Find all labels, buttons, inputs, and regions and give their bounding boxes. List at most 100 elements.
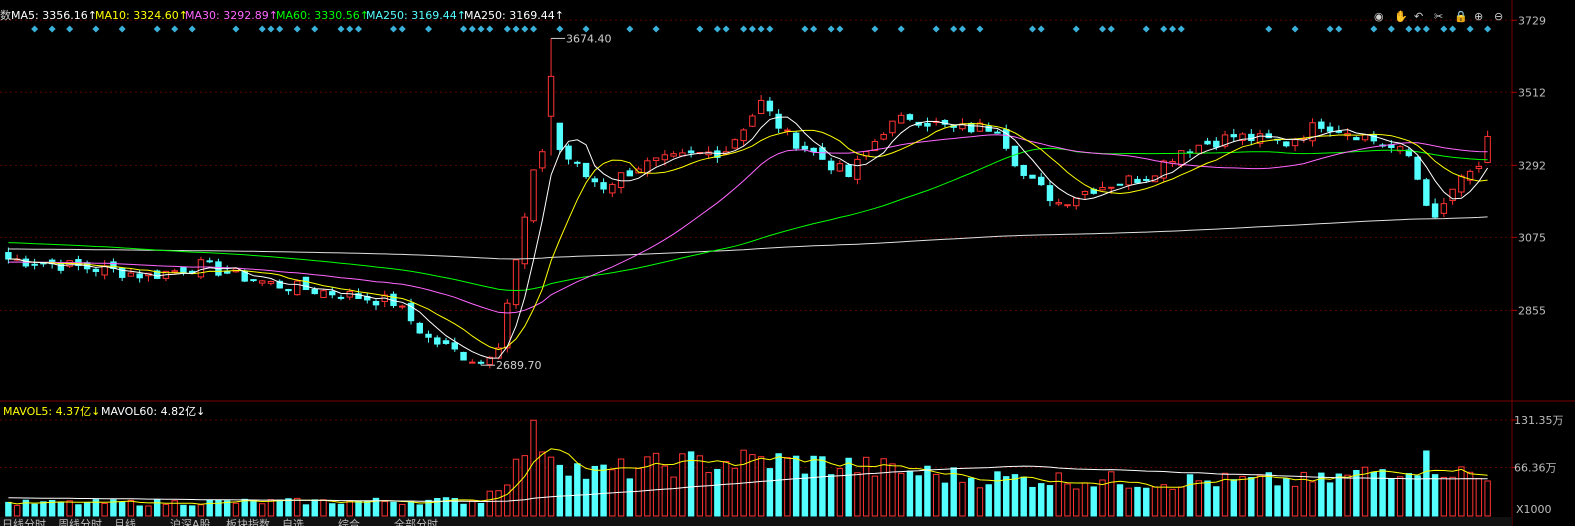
candle-body: [749, 115, 756, 127]
volume-bar: [731, 467, 739, 517]
candle-body: [1125, 175, 1132, 186]
candle-body: [31, 263, 38, 266]
candle-body: [267, 281, 275, 284]
volume-bar: [83, 501, 91, 517]
volume-bar: [1055, 472, 1062, 517]
candle-body: [1230, 134, 1238, 138]
candle-body: [854, 158, 861, 180]
volume-bar: [469, 500, 476, 517]
candle-body: [775, 113, 782, 129]
volume-bar: [13, 504, 21, 517]
volume-bar: [1283, 478, 1290, 517]
price-tick-label: 3729: [1518, 14, 1546, 27]
candle-body: [442, 340, 450, 344]
volume-bar: [162, 503, 170, 517]
header-prefix: 数: [0, 9, 11, 22]
candle-body: [626, 170, 634, 177]
bottom-tab[interactable]: 月线: [114, 517, 136, 526]
volume-bar: [539, 451, 546, 517]
candle-body: [1318, 121, 1325, 129]
eye-icon[interactable]: ◉: [1374, 10, 1384, 23]
volume-bar: [871, 475, 879, 517]
volume-tick-label: 131.35万: [1514, 414, 1564, 427]
candle-body: [337, 296, 345, 299]
candle-body: [801, 145, 809, 150]
volume-bar: [285, 498, 292, 517]
volume-bar: [801, 473, 809, 517]
bottom-tab[interactable]: 板块指数: [226, 517, 270, 526]
bottom-tab[interactable]: 自选: [282, 518, 304, 526]
ma5-legend: MA5: 3356.16↑: [11, 9, 97, 22]
candle-body: [136, 273, 143, 279]
candle-body: [1475, 166, 1483, 170]
volume-bar: [1011, 474, 1019, 517]
volume-bar: [652, 452, 660, 517]
stock-chart: 3674.40 2689.70 3729 3512 3292 3075 2855 131.…: [0, 0, 1575, 526]
candle-body: [372, 301, 380, 306]
volume-bar: [1099, 479, 1106, 517]
bottom-tab[interactable]: 周线分时: [58, 517, 102, 526]
candle-body: [1143, 178, 1150, 181]
volume-bar: [250, 499, 257, 517]
volume-bar: [1002, 476, 1010, 517]
bottom-tab[interactable]: 全部分时: [394, 517, 438, 526]
volume-bar: [188, 505, 196, 517]
volume-bar: [547, 456, 555, 517]
price-tick-label: 3075: [1518, 231, 1546, 244]
zoom-out-icon[interactable]: ⊖: [1494, 10, 1503, 23]
candle-body: [591, 178, 599, 183]
volume-bar: [1256, 474, 1264, 517]
candle-body: [477, 361, 485, 364]
volume-bar: [1151, 486, 1159, 517]
candle-body: [5, 252, 12, 260]
candle-body: [92, 268, 100, 272]
volume-bar: [1020, 476, 1027, 517]
bottom-tab-strip: 日线分时 周线分时 月线 沪深A股 板块指数 自选 综合 全部分时: [0, 517, 1512, 526]
volume-bar: [1169, 488, 1176, 517]
candle-body: [171, 270, 178, 273]
volume-bar: [197, 504, 205, 517]
volume-bar: [1116, 484, 1124, 517]
volume-bar: [5, 501, 12, 517]
volume-bar: [1081, 482, 1089, 517]
volume-bar: [1475, 478, 1483, 517]
volume-tick-label: 66.36万: [1514, 461, 1557, 474]
zoom-in-icon[interactable]: ⊕: [1474, 10, 1483, 23]
volume-bar: [950, 467, 957, 517]
undo-icon[interactable]: ↶: [1414, 10, 1423, 23]
candle-body: [1484, 136, 1491, 163]
candle-body: [512, 259, 520, 306]
volume-bar: [897, 472, 905, 517]
volume-bar: [819, 456, 826, 517]
volume-bar: [294, 497, 301, 517]
volume-bar: [1038, 483, 1045, 517]
candle-body: [1099, 187, 1106, 191]
volume-bar: [329, 503, 336, 517]
volume-bar: [1073, 488, 1080, 517]
volume-bar: [232, 502, 240, 517]
volume-bar: [118, 501, 126, 517]
volume-bar: [180, 504, 187, 517]
candle-body: [329, 291, 336, 296]
volume-bar: [101, 502, 108, 517]
volume-bar: [337, 503, 345, 517]
volume-bar: [1178, 486, 1185, 517]
candle-body: [582, 162, 590, 178]
bottom-tab[interactable]: 沪深A股: [170, 517, 211, 526]
volume-bar: [670, 476, 677, 517]
bottom-tab[interactable]: 日线分时: [2, 517, 46, 526]
scissors-icon[interactable]: ✂: [1434, 10, 1443, 23]
lock-icon[interactable]: 🔒: [1454, 10, 1468, 23]
volume-bar: [959, 481, 966, 517]
candle-body: [784, 129, 791, 132]
bottom-tab[interactable]: 综合: [338, 517, 360, 526]
hand-icon[interactable]: ✋: [1394, 10, 1408, 23]
candle-body: [652, 157, 660, 161]
volume-bar: [521, 455, 529, 517]
volume-bar: [1204, 480, 1211, 517]
volume-bar: [1423, 450, 1430, 517]
volume-unit-label: X1000: [1516, 503, 1552, 516]
candle-body: [1248, 133, 1255, 141]
candle-body: [880, 133, 887, 140]
candle-body: [206, 260, 213, 263]
